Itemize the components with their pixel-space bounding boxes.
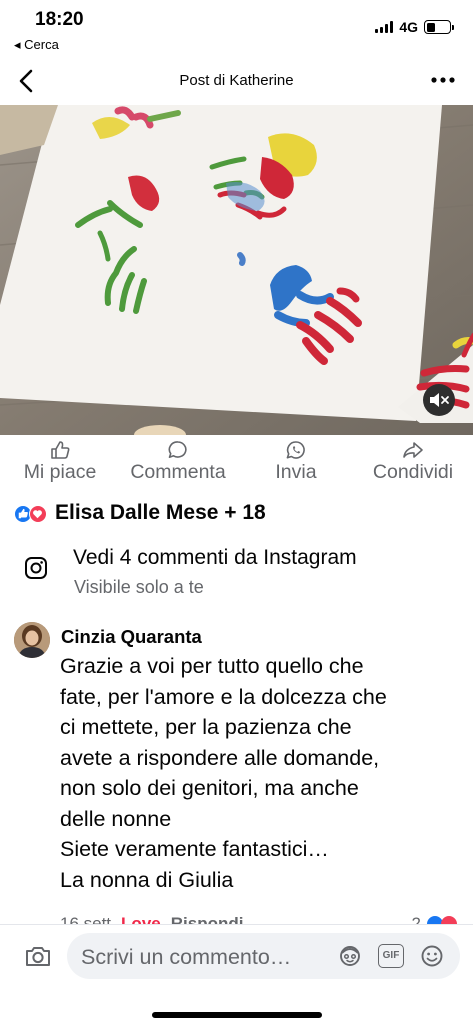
love-reaction-icon xyxy=(29,505,47,523)
speaker-muted-icon xyxy=(430,393,449,407)
share-label: Condividi xyxy=(372,461,454,483)
instagram-icon xyxy=(25,557,47,579)
gif-button[interactable]: GIF xyxy=(378,944,404,968)
whatsapp-icon xyxy=(286,441,305,459)
instagram-comments-row[interactable]: Vedi 4 commenti da Instagram Visibile so… xyxy=(0,540,473,610)
comment-line: Grazie a voi per tutto quello che xyxy=(60,654,364,678)
emoji-icon[interactable] xyxy=(419,944,445,968)
mute-button[interactable] xyxy=(423,384,455,416)
instagram-visibility-note: Visibile solo a te xyxy=(74,577,204,597)
home-indicator[interactable] xyxy=(152,1012,322,1018)
gif-label: GIF xyxy=(382,950,400,961)
like-button[interactable]: Mi piace xyxy=(16,440,104,484)
post-video[interactable] xyxy=(0,105,473,435)
thumbs-up-icon xyxy=(51,441,70,459)
avatar-photo xyxy=(14,622,50,658)
status-bar: 18:20 ◂ Cerca 4G xyxy=(0,0,473,56)
instagram-comments-link: Vedi 4 commenti da Instagram xyxy=(73,546,357,569)
comment-author[interactable]: Cinzia Quaranta xyxy=(61,626,202,648)
comment-input[interactable]: Scrivi un commento… GIF xyxy=(67,933,460,979)
back-to-search-link[interactable]: ◂ Cerca xyxy=(14,37,59,53)
comment-label: Commenta xyxy=(130,461,226,483)
status-indicators: 4G xyxy=(375,19,454,35)
nav-bar: Post di Katherine xyxy=(0,58,473,104)
comment-input-placeholder: Scrivi un commento… xyxy=(81,945,292,969)
comment-text: Grazie a voi per tutto quello che fate, … xyxy=(60,651,460,895)
comment-line: ci mettete, per la pazienza che xyxy=(60,715,352,739)
post-actions: Mi piace Commenta Invia Condividi xyxy=(0,440,473,490)
battery-icon xyxy=(424,20,454,34)
send-button[interactable]: Invia xyxy=(266,440,326,484)
status-time: 18:20 xyxy=(35,9,84,30)
handprints-photo xyxy=(0,105,473,435)
page-title: Post di Katherine xyxy=(179,72,294,89)
avatar-sticker-icon[interactable] xyxy=(337,944,363,968)
comment-line: non solo dei genitori, ma anche xyxy=(60,776,359,800)
camera-icon[interactable] xyxy=(24,943,52,969)
comment-line: delle nonne xyxy=(60,806,172,831)
reaction-icons xyxy=(14,502,52,524)
network-type: 4G xyxy=(399,19,418,35)
signal-icon xyxy=(375,21,394,33)
ellipsis-icon[interactable] xyxy=(429,68,457,92)
comment-line: Siete veramente fantastici… xyxy=(60,837,329,861)
reactions-summary[interactable]: Elisa Dalle Mese + 18 xyxy=(14,498,266,528)
send-label: Invia xyxy=(275,461,317,483)
comment-line: fate, per l'amore e la dolcezza che xyxy=(60,684,387,709)
share-arrow-icon xyxy=(403,442,423,458)
avatar[interactable] xyxy=(14,622,50,658)
reaction-names: Elisa Dalle Mese + 18 xyxy=(55,501,266,524)
comment-bubble-icon xyxy=(168,441,187,458)
comment-line: La nonna di Giulia xyxy=(60,867,234,892)
like-label: Mi piace xyxy=(23,461,97,483)
comment-button[interactable]: Commenta xyxy=(118,440,238,484)
comment-composer: Scrivi un commento… GIF xyxy=(0,924,473,1024)
comment-line: avete a rispondere alle domande, xyxy=(60,745,380,770)
share-button[interactable]: Condividi xyxy=(362,440,464,484)
